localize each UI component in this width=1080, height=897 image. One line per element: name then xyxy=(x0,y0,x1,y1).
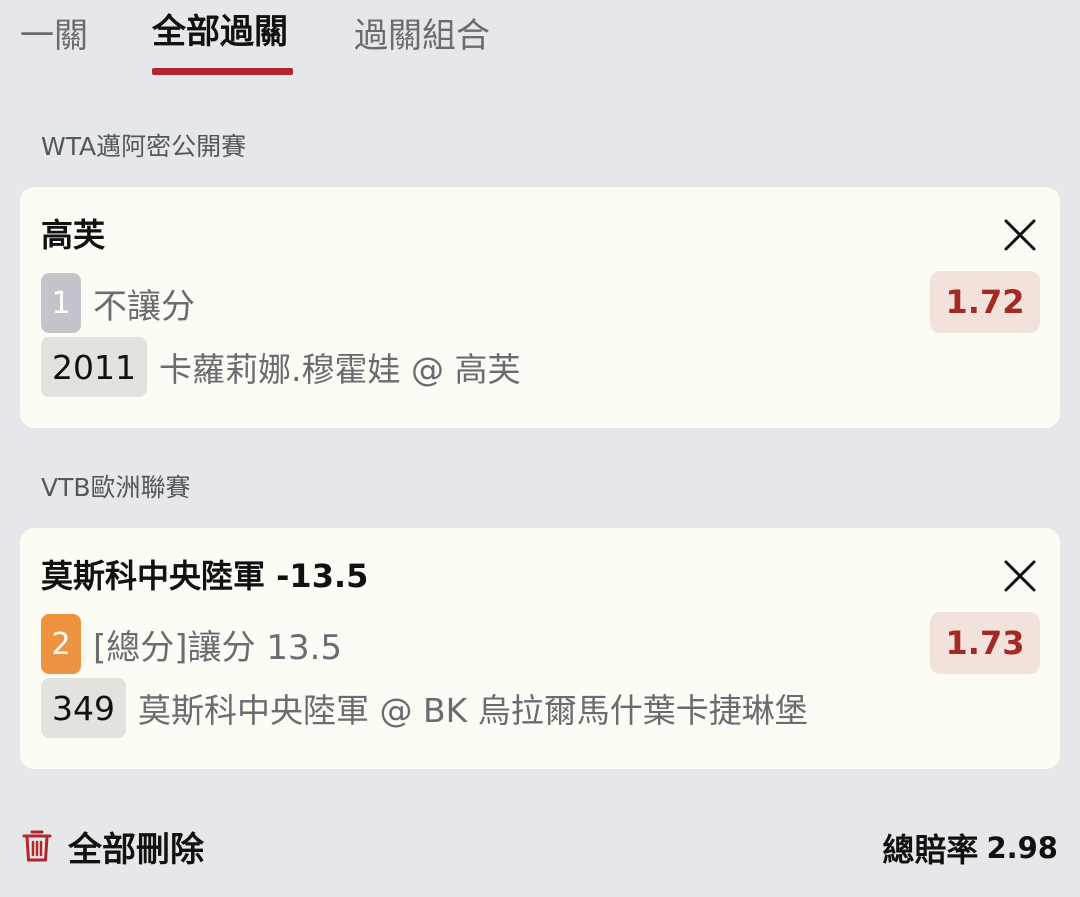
market-row: 2 [總分]讓分 13.5 xyxy=(41,614,342,674)
match-code-badge: 349 xyxy=(41,678,126,738)
league-name: WTA邁阿密公開賽 xyxy=(41,132,247,161)
selection-text: 卡蘿莉娜.穆霍娃 @ 高芙 xyxy=(158,350,521,389)
bet-type-tabs: 一關 全部過關 過關組合 xyxy=(0,0,1080,80)
tab-single[interactable]: 一關 xyxy=(20,10,88,62)
selection-row: 349 莫斯科中央陸軍 @ BK 烏拉爾馬什葉卡捷琳堡 xyxy=(41,678,808,738)
odds-badge[interactable]: 1.72 xyxy=(930,271,1040,333)
market-type: 不讓分 xyxy=(93,286,195,327)
match-code-badge: 2011 xyxy=(41,337,147,397)
market-type: [總分]讓分 13.5 xyxy=(93,627,343,668)
bet-title: 莫斯科中央陸軍 -13.5 xyxy=(41,557,369,595)
bet-slip-footer: 全部刪除 總賠率 2.98 xyxy=(0,812,1080,882)
close-icon[interactable] xyxy=(1002,217,1038,253)
delete-all-button[interactable]: 全部刪除 xyxy=(22,824,204,870)
market-row: 1 不讓分 xyxy=(41,273,195,333)
total-odds-value: 2.98 xyxy=(986,831,1058,865)
bet-card: 莫斯科中央陸軍 -13.5 2 [總分]讓分 13.5 349 莫斯科中央陸軍 … xyxy=(20,528,1060,769)
close-icon[interactable] xyxy=(1002,558,1038,594)
league-name: VTB歐洲聯賽 xyxy=(41,473,191,502)
tab-parlay-combo[interactable]: 過關組合 xyxy=(354,10,490,62)
selection-row: 2011 卡蘿莉娜.穆霍娃 @ 高芙 xyxy=(41,337,520,397)
total-odds: 總賠率 2.98 xyxy=(882,826,1058,870)
tab-all-parlay[interactable]: 全部過關 xyxy=(152,6,288,58)
active-tab-indicator xyxy=(152,68,293,75)
leg-number-badge: 1 xyxy=(41,273,81,333)
total-odds-label: 總賠率 xyxy=(882,831,979,869)
bet-card: 高芙 1 不讓分 2011 卡蘿莉娜.穆霍娃 @ 高芙 1.72 xyxy=(20,187,1060,428)
leg-number-badge: 2 xyxy=(41,614,81,674)
odds-badge[interactable]: 1.73 xyxy=(930,612,1040,674)
delete-all-label: 全部刪除 xyxy=(68,829,204,870)
bet-title: 高芙 xyxy=(41,216,106,254)
selection-text: 莫斯科中央陸軍 @ BK 烏拉爾馬什葉卡捷琳堡 xyxy=(138,691,808,730)
trash-icon xyxy=(22,830,52,862)
